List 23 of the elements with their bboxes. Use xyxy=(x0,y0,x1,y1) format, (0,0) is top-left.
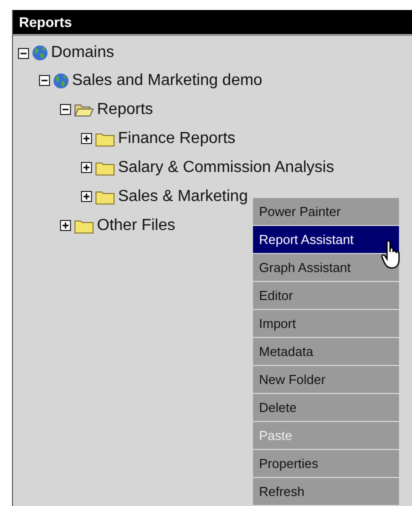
globe-icon xyxy=(53,72,69,88)
tree-item[interactable]: Sales and Marketing demo xyxy=(72,72,262,90)
expand-icon[interactable] xyxy=(81,162,92,173)
tree-item[interactable]: Domains xyxy=(51,44,114,62)
expand-icon[interactable] xyxy=(81,191,92,202)
folder-icon xyxy=(95,130,115,146)
expand-icon[interactable] xyxy=(60,220,71,231)
collapse-icon[interactable] xyxy=(18,48,29,58)
tree-item[interactable]: Other Files xyxy=(97,216,176,234)
folder-icon xyxy=(95,160,115,176)
tree-item[interactable]: Sales & Marketing xyxy=(118,188,248,206)
expand-icon[interactable] xyxy=(81,133,92,144)
collapse-icon[interactable] xyxy=(39,75,50,86)
collapse-icon[interactable] xyxy=(60,104,71,115)
tree-item[interactable]: Salary & Commission Analysis xyxy=(118,158,334,176)
folder-icon xyxy=(74,218,94,234)
open-folder-icon xyxy=(74,102,94,118)
tree-item[interactable]: Reports xyxy=(97,100,154,118)
globe-icon xyxy=(32,45,48,61)
menu-item[interactable]: Report Assistant xyxy=(253,226,399,254)
folder-icon xyxy=(95,188,115,204)
tree-item[interactable]: Finance Reports xyxy=(118,130,236,148)
panel-title: Reports xyxy=(13,10,412,36)
